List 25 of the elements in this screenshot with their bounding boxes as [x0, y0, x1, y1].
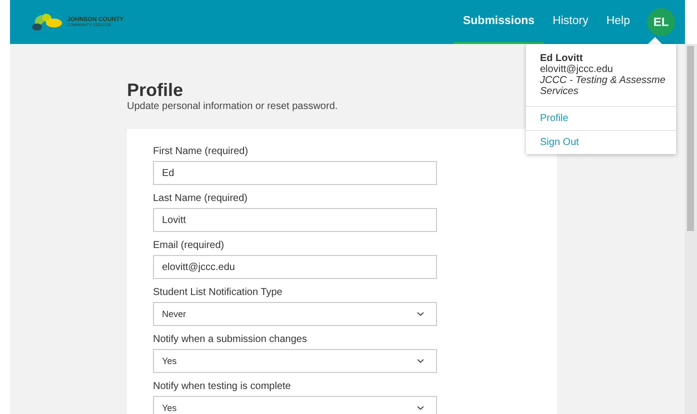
- user-department: JCCC - Testing & Assessme: [540, 75, 666, 86]
- user-department: Services: [540, 86, 578, 97]
- user-name: Ed Lovitt: [540, 53, 583, 64]
- chevron-down-icon: [417, 406, 424, 410]
- leaf-logo-icon: [30, 11, 64, 33]
- chevron-down-icon: [417, 359, 424, 363]
- page-subtitle: Update personal information or reset password.: [127, 101, 338, 112]
- input-field[interactable]: Ed: [153, 161, 437, 185]
- field-label: Student List Notification Type: [153, 287, 284, 298]
- dropdown[interactable]: Yes: [153, 396, 437, 414]
- dropdown[interactable]: Yes: [153, 349, 437, 373]
- field-label: Last Name (required): [153, 193, 248, 204]
- field-label: Notify when testing is complete: [153, 381, 292, 392]
- nav-tab[interactable]: Help: [597, 0, 639, 44]
- field-label: Notify when a submission changes: [153, 334, 308, 345]
- field-label: First Name (required): [153, 146, 250, 157]
- scrollbar[interactable]: [685, 44, 697, 414]
- dropdown[interactable]: Never: [153, 302, 437, 326]
- user-email: elovitt@jccc.edu: [540, 64, 613, 75]
- page-title: Profile: [127, 79, 184, 101]
- input-field[interactable]: elovitt@jccc.edu: [153, 255, 437, 279]
- field-label: Email (required): [153, 240, 226, 251]
- chevron-down-icon: [417, 312, 424, 316]
- nav-tab[interactable]: History: [544, 0, 598, 44]
- input-field[interactable]: Lovitt: [153, 208, 437, 232]
